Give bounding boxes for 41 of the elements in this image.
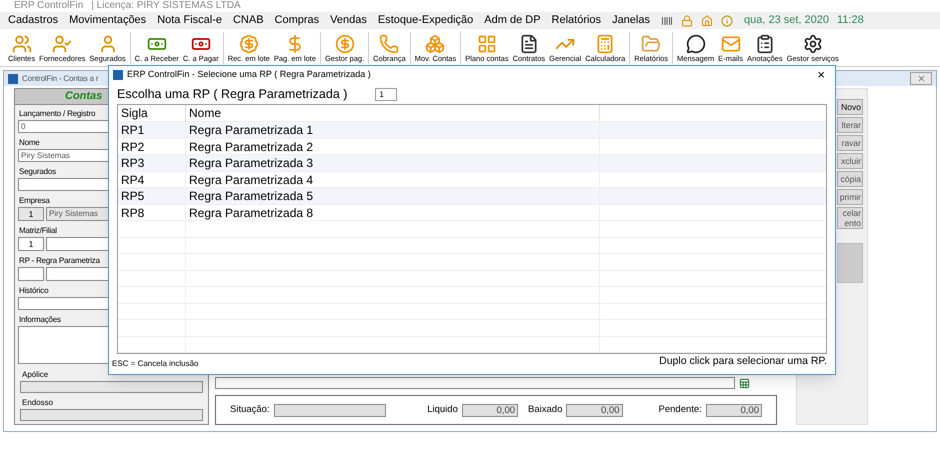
field-label: Lançamento / Registro [18, 108, 96, 120]
table-cell: Regra Parametrizada 1 [186, 122, 600, 138]
field-label: Liquido [427, 402, 458, 417]
dialog-title: ERP ControlFin - Selecione uma RP ( Regra Parametrizada ) [127, 68, 371, 82]
field-label: Histórico [18, 285, 48, 297]
table-cell: RP1 [118, 122, 186, 138]
field-label: Empresa [18, 195, 50, 207]
table-cell: Regra Parametrizada 8 [186, 204, 600, 220]
field-label: Endosso [21, 397, 54, 409]
column-header: Sigla [118, 105, 186, 121]
table-cell: Regra Parametrizada 4 [186, 172, 600, 187]
footer-hint: Duplo click para selecionar uma RP. [659, 354, 827, 370]
license-text: | Licença: PIRY SISTEMAS LTDA [91, 1, 241, 11]
date-text: qua, 23 set, 2020 [744, 13, 829, 28]
field-label: Apólice [21, 369, 48, 381]
table-cell: Regra Parametrizada 5 [186, 188, 600, 204]
field-label: Pendente: [658, 402, 702, 417]
field-label: Informações [18, 314, 61, 326]
time-text: 11:28 [837, 13, 864, 28]
field-label: RP - Regra Parametriza [18, 255, 100, 267]
field-label: Matriz/Filial [18, 225, 57, 237]
field-label: Situação: [230, 402, 270, 417]
table-cell: RP5 [118, 188, 186, 204]
field-label: Nome [18, 137, 40, 149]
table-cell: RP3 [118, 155, 186, 170]
window-title: ControlFin - Contas a r [22, 72, 98, 84]
table-cell: RP8 [118, 204, 186, 220]
amount-field: 0,00 [462, 404, 518, 416]
footer-hint: ESC = Cancela inclusão [112, 358, 198, 370]
table-cell: Regra Parametrizada 3 [186, 155, 600, 170]
table-cell: Regra Parametrizada 2 [186, 138, 600, 154]
table-cell: RP4 [118, 172, 186, 187]
field-label: Segurados [18, 166, 56, 178]
amount-field: 0,00 [566, 404, 623, 416]
panel-header: Contas [65, 89, 102, 104]
app-title: ERP ControlFin [14, 1, 84, 11]
amount-field: 0,00 [706, 404, 762, 416]
field-label: Baixado [528, 402, 562, 417]
column-header: Nome [186, 105, 600, 121]
prompt-label: Escolha uma RP ( Regra Parametrizada ) [117, 86, 348, 103]
table-cell: RP2 [118, 138, 186, 154]
